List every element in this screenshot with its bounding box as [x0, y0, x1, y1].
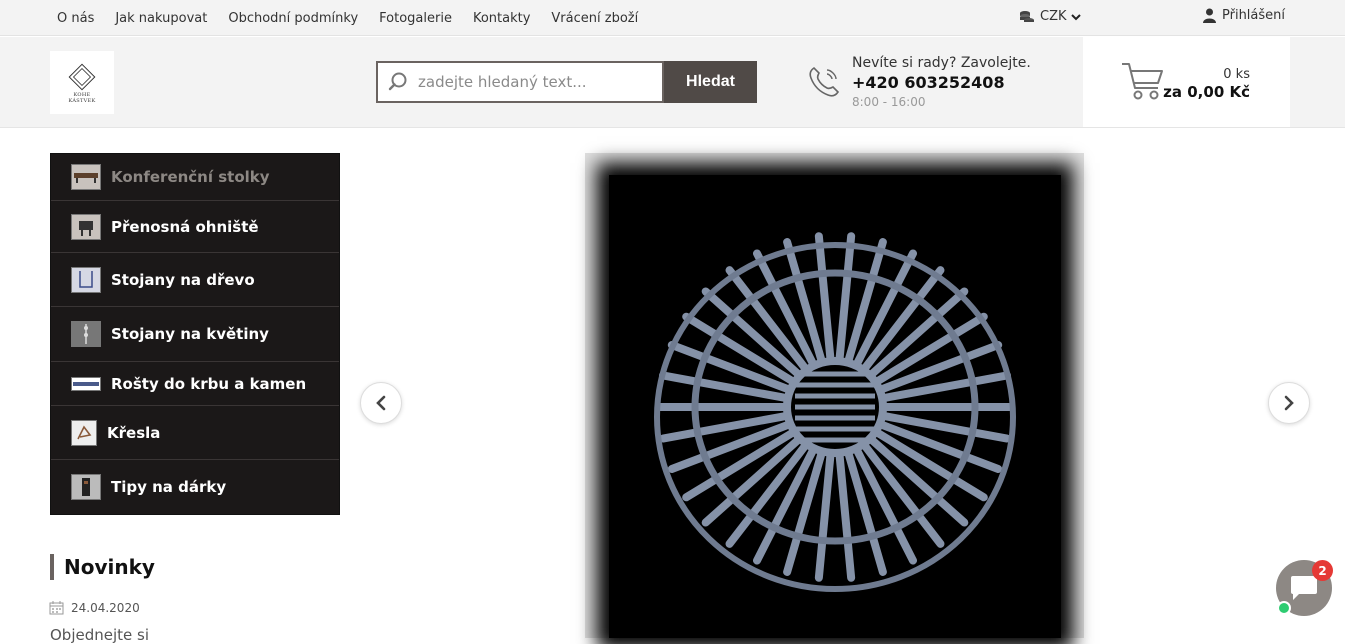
phone-icon: [809, 66, 840, 97]
news-heading: Novinky: [50, 554, 155, 580]
news-date-text: 24.04.2020: [71, 601, 140, 615]
nav-link-jak-nakupovat[interactable]: Jak nakupovat: [115, 11, 207, 26]
news-article-link[interactable]: Objednejte si: [50, 626, 149, 644]
contact-hours: 8:00 - 16:00: [852, 95, 926, 109]
online-status-dot: [1277, 601, 1291, 615]
cart-icon: [1122, 63, 1163, 100]
search-button[interactable]: Hledat: [664, 61, 757, 103]
search-input[interactable]: [418, 73, 648, 91]
currency-label: CZK: [1040, 9, 1067, 24]
hero-slide[interactable]: [585, 153, 1084, 638]
grate-thumbnail-icon: [71, 376, 101, 391]
contact-question: Nevíte si rady? Zavolejte.: [852, 55, 1031, 71]
logo-diamond-icon: [68, 63, 96, 90]
cart-quantity: 0 ks: [1223, 67, 1250, 82]
logo-text-line2: KÁSTVEK: [68, 97, 96, 104]
contact-phone[interactable]: +420 603252408: [852, 72, 1031, 94]
category-label: Rošty do krbu a kamen: [111, 374, 307, 393]
product-image: [609, 175, 1061, 638]
wood-rack-thumbnail-icon: [71, 266, 101, 293]
site-logo[interactable]: KOHE KÁSTVEK: [50, 51, 114, 114]
news-date: 24.04.2020: [49, 601, 140, 615]
category-label: Křesla: [107, 423, 161, 442]
category-item-rosty-do-krbu[interactable]: Rošty do krbu a kamen: [51, 362, 339, 406]
flower-stand-thumbnail-icon: [71, 321, 101, 347]
nav-link-kontakty[interactable]: Kontakty: [473, 11, 530, 26]
category-label: Přenosná ohniště: [111, 217, 259, 236]
nav-link-vraceni-zbozi[interactable]: Vrácení zboží: [551, 11, 638, 26]
fire-grate-image: [654, 232, 1016, 592]
login-link[interactable]: Přihlášení: [1203, 8, 1285, 23]
search-form: Hledat: [376, 61, 757, 103]
cart-button[interactable]: 0 ks za 0,00 Kč: [1083, 37, 1290, 127]
nav-link-o-nas[interactable]: O nás: [57, 11, 94, 26]
slider-prev-button[interactable]: [360, 382, 402, 424]
search-icon: [388, 72, 407, 91]
chat-unread-badge: 2: [1312, 560, 1333, 581]
cart-total: za 0,00 Kč: [1163, 83, 1250, 101]
category-label: Tipy na dárky: [111, 478, 227, 496]
user-icon: [1203, 8, 1216, 23]
category-item-konferencni-stolky[interactable]: Konferenční stolky: [51, 154, 339, 201]
category-item-stojany-na-kvetiny[interactable]: Stojany na květiny: [51, 307, 339, 362]
calendar-icon: [49, 601, 64, 615]
header: KOHE KÁSTVEK Hledat Nevíte si rady? Zavo…: [0, 37, 1345, 128]
top-navigation: O nás Jak nakupovat Obchodní podmínky Fo…: [57, 0, 659, 36]
coins-icon: [1020, 10, 1034, 22]
category-menu: Konferenční stolky Přenosná ohniště Stoj…: [50, 153, 340, 515]
search-box: [376, 61, 664, 103]
category-item-tipy-na-darky[interactable]: Tipy na dárky: [51, 460, 339, 514]
category-label: Stojany na dřevo: [111, 270, 255, 289]
fire-pit-thumbnail-icon: [71, 213, 101, 240]
gift-thumbnail-icon: [71, 474, 101, 500]
top-bar: O nás Jak nakupovat Obchodní podmínky Fo…: [0, 0, 1345, 36]
chevron-right-icon: [1284, 395, 1294, 411]
chair-thumbnail-icon: [71, 419, 97, 446]
category-label: Stojany na květiny: [111, 325, 269, 343]
category-item-kresla[interactable]: Křesla: [51, 406, 339, 460]
category-item-prenosna-ohniste[interactable]: Přenosná ohniště: [51, 201, 339, 253]
chevron-down-icon: [1070, 13, 1081, 20]
nav-link-fotogalerie[interactable]: Fotogalerie: [379, 11, 452, 26]
login-label: Přihlášení: [1222, 8, 1286, 23]
slider-next-button[interactable]: [1268, 382, 1310, 424]
currency-selector[interactable]: CZK: [1019, 9, 1087, 24]
chevron-left-icon: [376, 395, 386, 411]
table-thumbnail-icon: [71, 164, 101, 190]
category-label: Konferenční stolky: [111, 168, 270, 186]
category-item-stojany-na-drevo[interactable]: Stojany na dřevo: [51, 253, 339, 307]
nav-link-obchodni-podminky[interactable]: Obchodní podmínky: [228, 11, 358, 26]
